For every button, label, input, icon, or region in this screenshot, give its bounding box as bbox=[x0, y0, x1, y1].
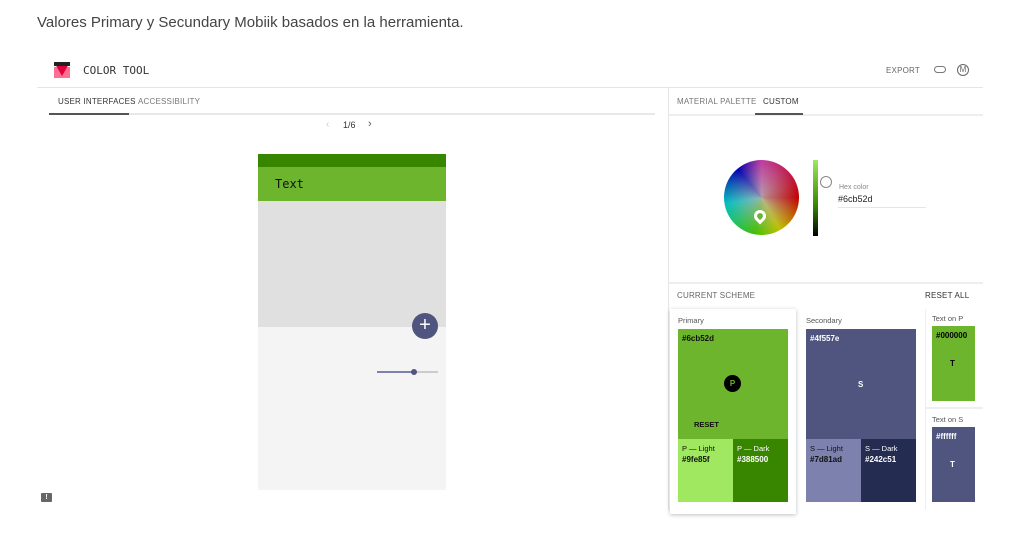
material-logo-icon[interactable]: M bbox=[957, 64, 969, 76]
prev-page-icon[interactable]: ‹ bbox=[326, 119, 329, 130]
text-on-s-label: Text on S bbox=[932, 415, 964, 424]
tab-material-palette[interactable]: MATERIAL PALETTE bbox=[677, 97, 757, 106]
fab-add-button[interactable]: + bbox=[412, 313, 438, 339]
page-indicator: 1/6 bbox=[343, 120, 356, 130]
tab-accessibility[interactable]: ACCESSIBILITY bbox=[138, 97, 200, 106]
secondary-label: Secondary bbox=[806, 316, 842, 325]
next-page-icon[interactable]: › bbox=[368, 118, 372, 130]
slider-fill bbox=[377, 371, 414, 373]
header-divider bbox=[37, 87, 983, 88]
primary-light-label: P — Light bbox=[682, 444, 715, 453]
text-on-s-badge: T bbox=[950, 460, 955, 469]
text-on-divider bbox=[926, 407, 983, 409]
primary-light-hex: #9fe85f bbox=[682, 455, 710, 464]
primary-dark-hex: #388500 bbox=[737, 455, 769, 464]
secondary-badge: S bbox=[858, 380, 864, 389]
reset-all-button[interactable]: RESET ALL bbox=[925, 291, 969, 300]
primary-light-swatch[interactable]: P — Light #9fe85f bbox=[678, 439, 733, 502]
status-bar bbox=[258, 154, 446, 167]
right-tab-indicator bbox=[755, 113, 803, 115]
tab-indicator bbox=[49, 113, 129, 115]
primary-hex: #6cb52d bbox=[682, 334, 715, 343]
text-on-p-hex: #000000 bbox=[936, 331, 968, 340]
slider-thumb[interactable] bbox=[411, 369, 417, 375]
right-tabs-track bbox=[669, 114, 983, 116]
secondary-dark-hex: #242c51 bbox=[865, 455, 897, 464]
primary-dark-swatch[interactable]: P — Dark #388500 bbox=[733, 439, 788, 502]
text-on-p-label: Text on P bbox=[932, 314, 964, 323]
current-scheme-title: CURRENT SCHEME bbox=[677, 291, 756, 300]
lightness-thumb[interactable] bbox=[820, 176, 832, 188]
scheme-divider bbox=[669, 282, 983, 284]
app-bar: Text bbox=[258, 167, 446, 201]
secondary-dark-swatch[interactable]: S — Dark #242c51 bbox=[861, 439, 916, 502]
app-title: COLOR TOOL bbox=[83, 64, 150, 77]
app-bar-text: Text bbox=[275, 177, 304, 191]
color-wheel[interactable] bbox=[724, 160, 799, 235]
primary-dark-label: P — Dark bbox=[737, 444, 770, 453]
phone-preview: Text + bbox=[258, 154, 446, 490]
secondary-light-swatch[interactable]: S — Light #7d81ad bbox=[806, 439, 861, 502]
export-button[interactable]: EXPORT bbox=[886, 66, 920, 75]
feedback-icon[interactable]: ! bbox=[41, 493, 52, 502]
panel-divider bbox=[668, 88, 669, 510]
secondary-dark-label: S — Dark bbox=[865, 444, 898, 453]
link-icon[interactable] bbox=[934, 66, 946, 73]
lightness-slider[interactable] bbox=[813, 160, 818, 236]
primary-swatch[interactable]: #6cb52d P RESET bbox=[678, 329, 788, 439]
caption: Valores Primary y Secundary Mobiik basad… bbox=[37, 14, 464, 31]
primary-reset-button[interactable]: RESET bbox=[694, 420, 719, 429]
hex-color-input[interactable]: #6cb52d bbox=[838, 194, 926, 208]
primary-badge: P bbox=[724, 375, 741, 392]
secondary-light-hex: #7d81ad bbox=[810, 455, 843, 464]
hex-color-label: Hex color bbox=[839, 184, 869, 191]
secondary-hex: #4f557e bbox=[810, 334, 840, 343]
tab-custom[interactable]: CUSTOM bbox=[763, 97, 799, 106]
text-on-p-badge: T bbox=[950, 359, 955, 368]
app-logo-icon bbox=[54, 62, 70, 78]
primary-label: Primary bbox=[678, 316, 704, 325]
slider[interactable] bbox=[377, 369, 438, 375]
tabs-track bbox=[49, 113, 655, 115]
tab-user-interfaces[interactable]: USER INTERFACES bbox=[58, 97, 136, 106]
content-area bbox=[258, 201, 446, 327]
text-on-divider-left bbox=[925, 309, 926, 510]
text-on-s-hex: #ffffff bbox=[936, 432, 957, 441]
text-on-p-swatch[interactable]: #000000 T bbox=[932, 326, 975, 401]
secondary-swatch[interactable]: #4f557e S bbox=[806, 329, 916, 439]
secondary-light-label: S — Light bbox=[810, 444, 843, 453]
text-on-s-swatch[interactable]: #ffffff T bbox=[932, 427, 975, 502]
